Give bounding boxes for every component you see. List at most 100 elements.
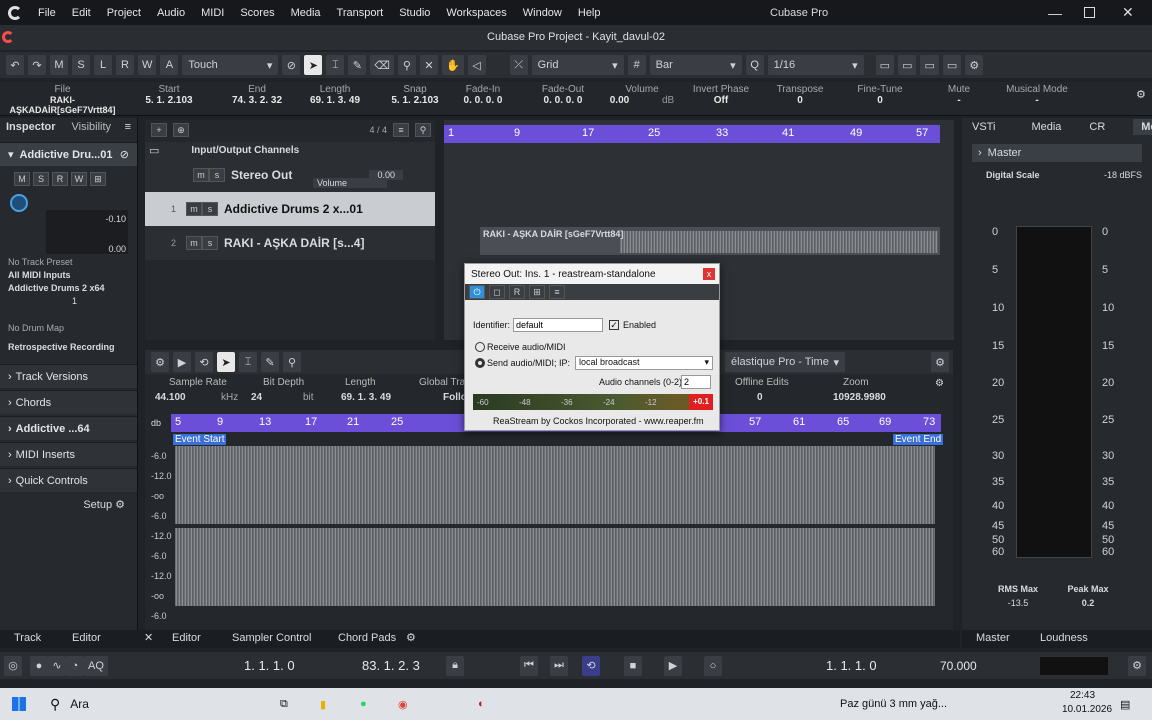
info-transpose[interactable]: Transpose 0 [755, 84, 845, 106]
eraser-icon[interactable]: ⌫ [370, 55, 394, 75]
mute-button[interactable]: m [186, 236, 203, 250]
info-phase[interactable]: Invert Phase Off [676, 84, 766, 106]
master-header[interactable]: › Master [972, 144, 1142, 162]
tab-cr[interactable]: CR [1089, 121, 1105, 133]
gear-icon[interactable]: ⚙ [151, 352, 169, 372]
mute-button[interactable]: m [193, 168, 209, 182]
write-button[interactable]: W [138, 55, 157, 75]
info-start[interactable]: Start 5. 1. 2.103 [124, 84, 214, 106]
digital-scale-row[interactable]: Digital Scale -18 dBFS [986, 170, 1142, 180]
snap-icon[interactable]: ⤫ [509, 55, 528, 75]
identifier-input[interactable] [513, 318, 603, 332]
pencil-icon[interactable]: ✎ [348, 55, 367, 75]
track-row[interactable]: 1 m s Addictive Drums 2 x...01 [145, 192, 435, 226]
loop-icon[interactable]: ⟲ [195, 352, 213, 372]
info-musical-value[interactable]: - [992, 95, 1082, 106]
pencil-icon[interactable]: ✎ [261, 352, 279, 372]
gear-icon[interactable]: ⚙ [965, 55, 984, 75]
tab-vsti[interactable]: VSTi [972, 121, 995, 133]
menu-edit[interactable]: Edit [64, 7, 99, 19]
quantize-icon[interactable]: Q [745, 55, 764, 75]
info-phase-value[interactable]: Off [676, 95, 766, 106]
range-tool-icon[interactable]: ⌶ [239, 352, 257, 372]
algorithm-select[interactable]: élastique Pro - Time ▾ [725, 352, 845, 372]
hand-icon[interactable]: ✋ [441, 55, 464, 75]
peak-indicator[interactable]: +0.1 [689, 394, 713, 410]
info-fadein[interactable]: Fade-In 0. 0. 0. 0 [438, 84, 528, 106]
gear-icon[interactable]: ⚙ [1128, 655, 1146, 676]
zoom-value[interactable]: 10928.9980 [833, 392, 886, 403]
tab-visibility[interactable]: Visibility [72, 121, 112, 133]
info-fadeout-value[interactable]: 0. 0. 0. 0 [518, 95, 608, 106]
menu-scores[interactable]: Scores [232, 7, 282, 19]
section-track-versions[interactable]: › Track Versions [0, 364, 137, 388]
lock-icon[interactable]: 🔒︎ [446, 655, 464, 676]
layout-left-icon[interactable]: ▭ [875, 55, 895, 75]
info-end-value[interactable]: 74. 3. 2. 32 [212, 95, 302, 106]
enabled-checkbox[interactable]: ✓ [609, 320, 619, 330]
info-length[interactable]: Length 69. 1. 3. 49 [290, 84, 380, 106]
section-instrument[interactable]: › Addictive ...64 [0, 416, 137, 440]
go-end-icon[interactable]: ⏭ [550, 655, 568, 676]
clock-date[interactable]: 10.01.2026 [1062, 704, 1112, 715]
whatsapp-icon[interactable]: ● [360, 698, 367, 710]
speaker-icon[interactable]: ◁ [467, 55, 486, 75]
tempo-display[interactable]: 70.000 [940, 659, 977, 673]
instrument-field[interactable]: Addictive Drums 2 x64 [8, 282, 129, 295]
menu-project[interactable]: Project [99, 7, 149, 19]
play-button-icon[interactable]: ▶ [664, 655, 682, 676]
layout-lower-icon[interactable]: ▭ [898, 55, 917, 75]
zoom-icon[interactable]: ⚲ [397, 55, 416, 75]
bypass-icon[interactable]: ◻ [489, 285, 505, 299]
tab-master[interactable]: Master [976, 632, 1010, 644]
info-name-value[interactable]: RAKI-AŞKADAİR[sGeF7Vrtt84] [0, 95, 125, 115]
info-fadeout[interactable]: Fade-Out 0. 0. 0. 0 [518, 84, 608, 106]
menu-audio[interactable]: Audio [149, 7, 193, 19]
drum-map-field[interactable]: No Drum Map [8, 322, 129, 335]
tab-editor[interactable]: Editor [172, 632, 201, 644]
edit-instrument-icon[interactable]: ⊘ [120, 148, 129, 161]
automation-mode-select[interactable]: Touch ▾ [182, 55, 279, 75]
taskbar-search-text[interactable]: Ara [70, 697, 89, 711]
left-channel-waveform[interactable] [175, 446, 935, 524]
inspector-fader-area[interactable]: -0.10 0.00 [46, 210, 128, 254]
inspector-track-header[interactable]: ▾ Addictive Dru...01 ⊘ [0, 142, 137, 166]
grid-mode-select[interactable]: Bar ▾ [649, 55, 742, 75]
solo-button[interactable]: s [209, 168, 225, 182]
mute-button[interactable]: M [14, 172, 30, 186]
tab-sampler-control[interactable]: Sampler Control [232, 632, 311, 644]
gear-icon[interactable]: ⚙ [931, 352, 949, 372]
midi-input-field[interactable]: All MIDI Inputs [8, 269, 129, 282]
info-transpose-value[interactable]: 0 [755, 95, 845, 106]
channel-field[interactable]: 1 [8, 295, 129, 308]
audio-event[interactable]: RAKI - AŞKA DAİR [sGeF7Vrtt84] [480, 227, 940, 255]
range-tool-icon[interactable]: ⌶ [326, 55, 345, 75]
solo-all-button[interactable]: S [72, 55, 90, 75]
receive-radio[interactable] [475, 342, 485, 352]
menu-file[interactable]: File [30, 7, 64, 19]
arrow-tool-icon[interactable]: ➤ [304, 55, 323, 75]
gear-icon[interactable]: ⚙ [935, 378, 944, 389]
info-fadein-value[interactable]: 0. 0. 0. 0 [438, 95, 528, 106]
read-button[interactable]: R [52, 172, 68, 186]
section-chords[interactable]: › Chords [0, 390, 137, 414]
menu-workspaces[interactable]: Workspaces [438, 7, 514, 19]
track-preset-field[interactable]: No Track Preset [8, 256, 129, 269]
tab-inspector[interactable]: Inspector [6, 121, 56, 133]
preset-icon[interactable]: ⊞ [529, 285, 545, 299]
menu-icon[interactable]: ≡ [549, 285, 565, 299]
cycle-icon[interactable]: ⟲ [582, 655, 600, 676]
right-locator[interactable]: 83. 1. 2. 3 [362, 658, 420, 673]
left-locator[interactable]: 1. 1. 1. 0 [244, 658, 295, 673]
layout-right-icon[interactable]: ▭ [920, 55, 939, 75]
sample-rate-value[interactable]: 44.100 [155, 392, 186, 403]
retro-record-field[interactable]: Retrospective Recording [8, 341, 129, 354]
stop-icon[interactable]: ■ [624, 655, 642, 676]
menu-help[interactable]: Help [570, 7, 609, 19]
menu-media[interactable]: Media [283, 7, 329, 19]
mute-button[interactable]: m [186, 202, 203, 216]
tab-media[interactable]: Media [1031, 121, 1061, 133]
info-finetune[interactable]: Fine-Tune 0 [835, 84, 925, 106]
menu-transport[interactable]: Transport [329, 7, 392, 19]
section-midi-inserts[interactable]: › MIDI Inserts [0, 442, 137, 466]
